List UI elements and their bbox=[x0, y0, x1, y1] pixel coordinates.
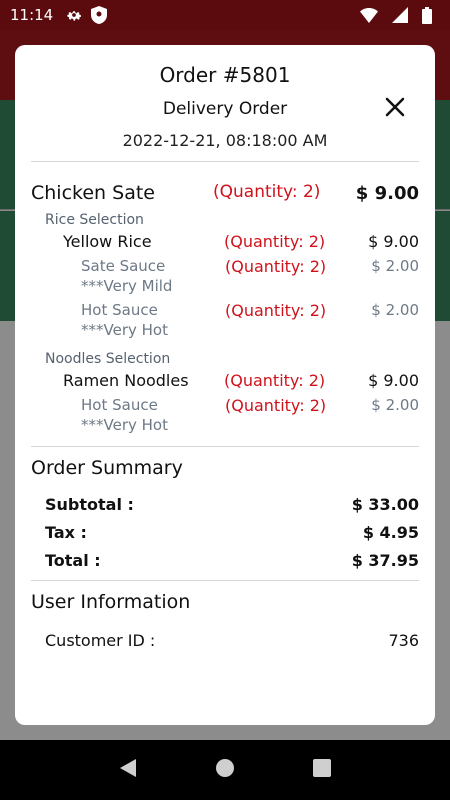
noodles-choice-row: Ramen Noodles (Quantity: 2) $ 9.00 bbox=[31, 371, 419, 390]
tax-label: Tax : bbox=[45, 523, 87, 542]
option-quantity: (Quantity: 2) bbox=[225, 257, 327, 276]
item-price: $ 9.00 bbox=[355, 183, 419, 204]
option-row: Hot Sauce (Quantity: 2) $ 2.00 bbox=[31, 301, 419, 320]
total-value: $ 37.95 bbox=[351, 551, 419, 570]
option-note: ***Very Hot bbox=[81, 416, 168, 434]
navigation-bar bbox=[0, 740, 450, 800]
option-name: Hot Sauce bbox=[81, 301, 158, 319]
order-detail-dialog: Order #5801 Delivery Order 2022-12-21, 0… bbox=[15, 45, 435, 725]
choice-name: Ramen Noodles bbox=[63, 371, 189, 390]
status-time: 11:14 bbox=[10, 6, 54, 24]
customer-id-row: Customer ID : 736 bbox=[31, 631, 419, 650]
shield-icon bbox=[91, 6, 108, 24]
back-icon[interactable] bbox=[118, 758, 138, 782]
choice-name: Yellow Rice bbox=[63, 232, 152, 251]
option-price: $ 2.00 bbox=[371, 396, 419, 414]
user-info-title: User Information bbox=[31, 591, 191, 613]
signal-icon bbox=[392, 7, 408, 23]
option-row: Hot Sauce (Quantity: 2) $ 2.00 bbox=[31, 396, 419, 415]
divider bbox=[31, 580, 419, 581]
order-title: Order #5801 bbox=[159, 63, 291, 87]
status-bar: 11:14 bbox=[0, 0, 450, 30]
order-item: Chicken Sate (Quantity: 2) $ 9.00 bbox=[31, 182, 419, 204]
item-name: Chicken Sate bbox=[31, 182, 155, 204]
subtotal-label: Subtotal : bbox=[45, 495, 134, 514]
close-icon bbox=[385, 97, 405, 117]
rice-section-label: Rice Selection bbox=[45, 212, 144, 228]
choice-quantity: (Quantity: 2) bbox=[224, 371, 326, 390]
tax-row: Tax : $ 4.95 bbox=[31, 523, 419, 542]
option-name: Hot Sauce bbox=[81, 396, 158, 414]
choice-quantity: (Quantity: 2) bbox=[224, 232, 326, 251]
settings-icon bbox=[65, 6, 83, 24]
option-note: ***Very Mild bbox=[81, 277, 173, 295]
item-quantity: (Quantity: 2) bbox=[213, 182, 321, 202]
option-price: $ 2.00 bbox=[371, 257, 419, 275]
choice-price: $ 9.00 bbox=[368, 371, 419, 390]
total-row: Total : $ 37.95 bbox=[31, 551, 419, 570]
close-button[interactable] bbox=[381, 93, 409, 121]
option-quantity: (Quantity: 2) bbox=[225, 301, 327, 320]
option-price: $ 2.00 bbox=[371, 301, 419, 319]
subtotal-row: Subtotal : $ 33.00 bbox=[31, 495, 419, 514]
divider bbox=[31, 446, 419, 447]
option-row: Sate Sauce (Quantity: 2) $ 2.00 bbox=[31, 257, 419, 276]
divider bbox=[31, 161, 419, 162]
customer-id-value: 736 bbox=[388, 631, 419, 650]
option-note: ***Very Hot bbox=[81, 321, 168, 339]
order-datetime: 2022-12-21, 08:18:00 AM bbox=[122, 131, 328, 150]
option-name: Sate Sauce bbox=[81, 257, 166, 275]
home-icon[interactable] bbox=[215, 758, 235, 782]
subtotal-value: $ 33.00 bbox=[351, 495, 419, 514]
recents-icon[interactable] bbox=[312, 758, 332, 782]
customer-id-label: Customer ID : bbox=[45, 631, 156, 650]
order-type: Delivery Order bbox=[162, 99, 288, 119]
total-label: Total : bbox=[45, 551, 101, 570]
order-summary-title: Order Summary bbox=[31, 457, 183, 479]
wifi-icon bbox=[360, 7, 378, 23]
battery-icon bbox=[422, 6, 432, 24]
noodles-section-label: Noodles Selection bbox=[45, 351, 171, 367]
option-quantity: (Quantity: 2) bbox=[225, 396, 327, 415]
tax-value: $ 4.95 bbox=[362, 523, 419, 542]
choice-price: $ 9.00 bbox=[368, 232, 419, 251]
rice-choice-row: Yellow Rice (Quantity: 2) $ 9.00 bbox=[31, 232, 419, 251]
